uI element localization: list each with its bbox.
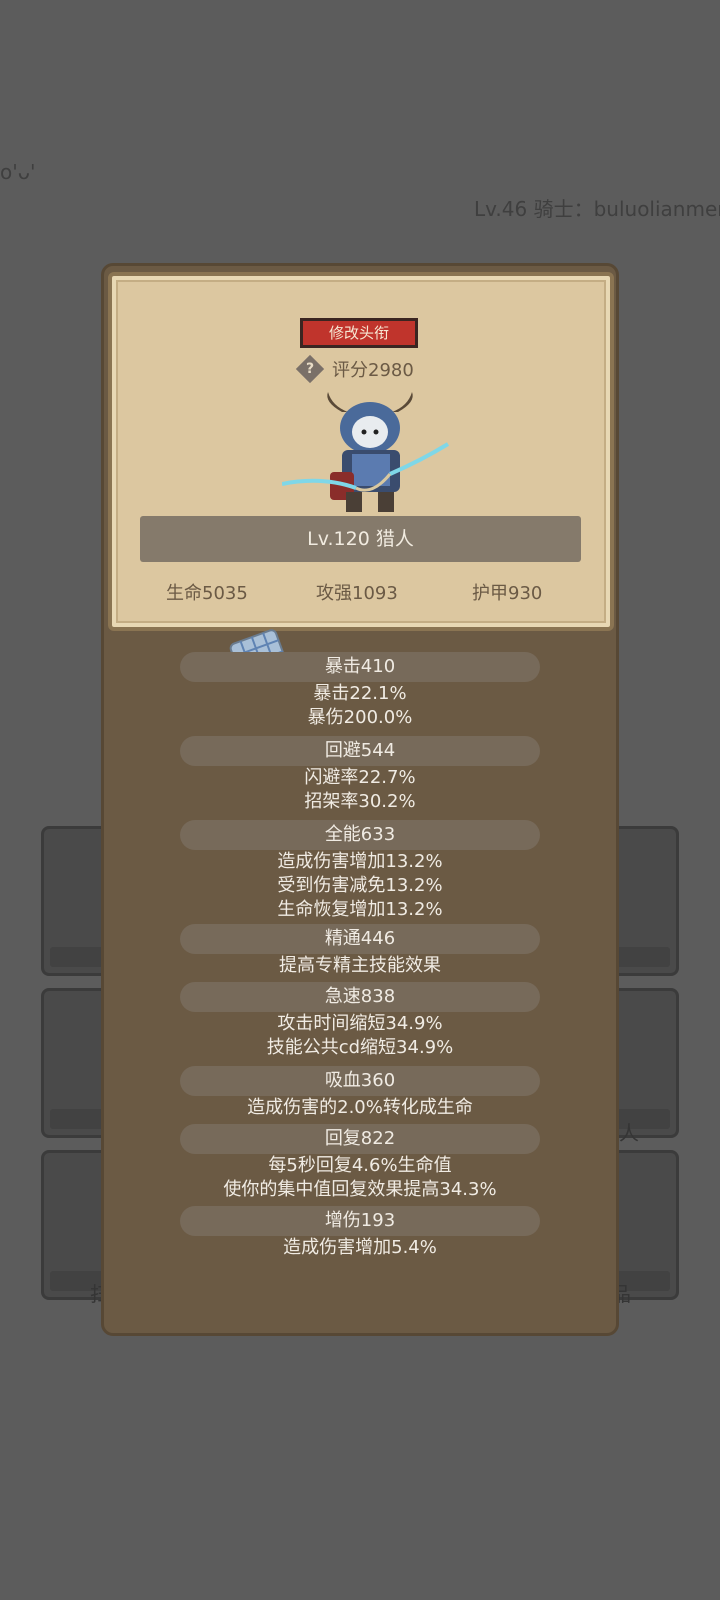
stat-group-header: 回复822 — [180, 1124, 540, 1154]
stat-detail-line: 造成伤害增加5.4% — [283, 1237, 437, 1258]
background-player-info: Lv.46 骑士：buluolianmen — [474, 197, 720, 221]
score-label: 评分2980 — [332, 360, 414, 381]
stat-group-avoidance: 回避544 闪避率22.7% 招架率30.2% — [180, 736, 540, 814]
background-slot-label: 人 — [619, 1121, 639, 1145]
stat-group-header: 增伤193 — [180, 1206, 540, 1236]
stat-detail-line: 造成伤害增加13.2% — [277, 851, 443, 872]
stat-group-regen: 回复822 每5秒回复4.6%生命值 使你的集中值回复效果提高34.3% — [180, 1124, 540, 1202]
stat-hp: 生命5035 — [166, 583, 248, 604]
stat-detail-line: 技能公共cd缩短34.9% — [266, 1037, 454, 1058]
stat-group-damage-bonus: 增伤193 造成伤害增加5.4% — [180, 1206, 540, 1260]
score-row: ? 评分2980 — [295, 354, 414, 384]
stat-detail-line: 造成伤害的2.0%转化成生命 — [247, 1097, 473, 1118]
stat-group-header: 精通446 — [180, 924, 540, 954]
stat-group-header: 回避544 — [180, 736, 540, 766]
stat-group-crit: 暴击410 暴击22.1% 暴伤200.0% — [180, 652, 540, 730]
background-greeting: o'ᴗ' — [0, 160, 36, 184]
secondary-stats-list: 暴击410 暴击22.1% 暴伤200.0% 回避544 闪避率22.7% 招架… — [180, 652, 540, 1260]
stat-group-mastery: 精通446 提高专精主技能效果 — [180, 924, 540, 978]
stat-attack: 攻强1093 — [316, 583, 398, 604]
edit-title-button[interactable]: 修改头衔 — [300, 318, 418, 348]
stat-detail-line: 受到伤害减免13.2% — [277, 875, 443, 896]
hunter-character-sprite — [282, 392, 450, 512]
question-diamond-icon[interactable]: ? — [295, 354, 325, 384]
stat-detail-line: 招架率30.2% — [304, 791, 416, 812]
stat-armor: 护甲930 — [472, 583, 543, 604]
stat-detail-line: 每5秒回复4.6%生命值 — [268, 1155, 452, 1176]
stat-detail-line: 暴击22.1% — [313, 683, 407, 704]
stat-detail-line: 闪避率22.7% — [304, 767, 416, 788]
stat-group-haste: 急速838 攻击时间缩短34.9% 技能公共cd缩短34.9% — [180, 982, 540, 1060]
stat-group-header: 急速838 — [180, 982, 540, 1012]
stat-detail-line: 生命恢复增加13.2% — [277, 899, 443, 920]
stat-group-lifesteal: 吸血360 造成伤害的2.0%转化成生命 — [180, 1066, 540, 1120]
stat-group-versatility: 全能633 造成伤害增加13.2% 受到伤害减免13.2% 生命恢复增加13.2… — [180, 820, 540, 922]
stat-group-header: 全能633 — [180, 820, 540, 850]
stat-detail-line: 暴伤200.0% — [307, 707, 413, 728]
stat-detail-line: 使你的集中值回复效果提高34.3% — [223, 1179, 497, 1200]
stat-detail-line: 攻击时间缩短34.9% — [277, 1013, 443, 1034]
stat-group-header: 吸血360 — [180, 1066, 540, 1096]
stat-group-header: 暴击410 — [180, 652, 540, 682]
hero-name-bar: Lv.120 猎人 — [140, 516, 581, 562]
stat-detail-line: 提高专精主技能效果 — [279, 955, 441, 976]
